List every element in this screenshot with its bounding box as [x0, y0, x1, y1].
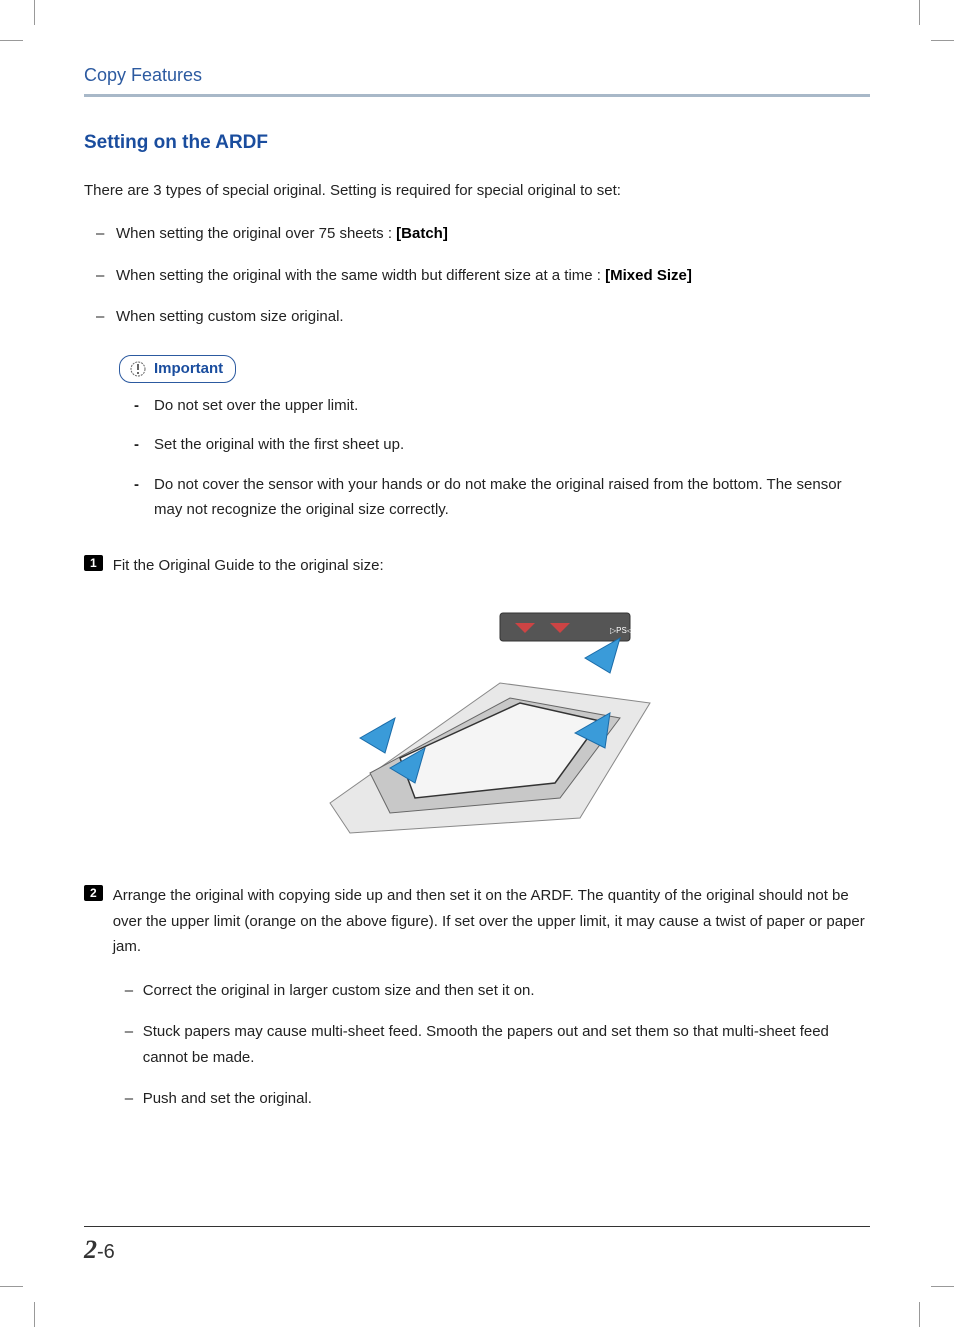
step-1: 1 Fit the Original Guide to the original… — [84, 553, 870, 579]
list-item: Do not cover the sensor with your hands … — [119, 472, 870, 523]
important-callout: Important — [119, 355, 236, 383]
list-item: When setting the original over 75 sheets… — [84, 221, 870, 247]
step-badge: 2 — [84, 885, 103, 901]
step-2-sublist: Correct the original in larger custom si… — [113, 978, 870, 1112]
header-rule — [84, 94, 870, 97]
list-item: When setting the original with the same … — [84, 263, 870, 289]
list-item: Set the original with the first sheet up… — [119, 432, 870, 458]
important-label: Important — [154, 360, 223, 377]
svg-text:▷PS◁: ▷PS◁ — [610, 626, 634, 635]
figure-container: ▷PS◁ — [84, 603, 870, 843]
section-title: Setting on the ARDF — [84, 132, 870, 154]
intro-text: There are 3 types of special original. S… — [84, 179, 870, 203]
list-item: Push and set the original. — [113, 1086, 870, 1112]
step-2: 2 Arrange the original with copying side… — [84, 883, 870, 1128]
step-badge: 1 — [84, 555, 103, 571]
step-text: Fit the Original Guide to the original s… — [113, 553, 870, 579]
ardf-illustration: ▷PS◁ — [300, 603, 655, 843]
important-list: Do not set over the upper limit. Set the… — [119, 393, 870, 523]
document-page: Copy Features Setting on the ARDF There … — [34, 40, 920, 1287]
step-text: Arrange the original with copying side u… — [113, 883, 870, 1128]
type-bullet-list: When setting the original over 75 sheets… — [84, 221, 870, 330]
list-item: Do not set over the upper limit. — [119, 393, 870, 419]
footer-rule — [84, 1226, 870, 1227]
list-item: When setting custom size original. — [84, 304, 870, 330]
important-icon — [128, 359, 148, 379]
list-item: Stuck papers may cause multi-sheet feed.… — [113, 1019, 870, 1070]
list-item: Correct the original in larger custom si… — [113, 978, 870, 1004]
page-number: 2-6 — [84, 1235, 115, 1265]
header-title: Copy Features — [84, 65, 870, 86]
